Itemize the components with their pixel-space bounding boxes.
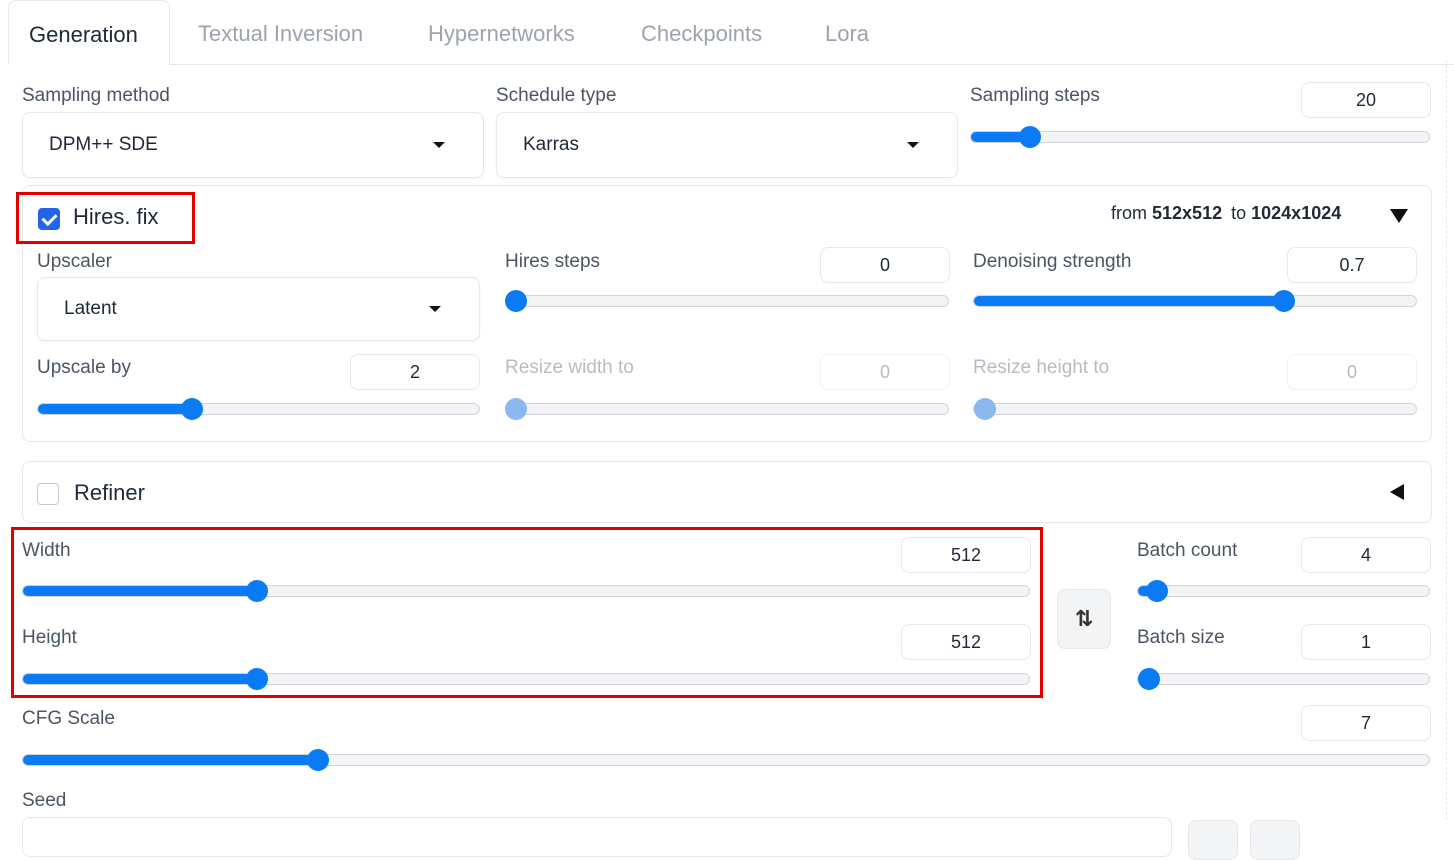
tab-checkpoints[interactable]: Checkpoints [621,0,782,65]
highlight-hires-fix [16,192,195,244]
swap-dimensions-button[interactable]: ⇅ [1057,589,1111,649]
chevron-down-icon [433,142,445,148]
tab-textual-inversion[interactable]: Textual Inversion [178,0,383,65]
sampling-method-value: DPM++ SDE [49,134,158,155]
hires-summary-from-size: 512x512 [1152,203,1223,223]
highlight-dimensions [11,527,1043,698]
resize-height-label: Resize height to [973,357,1110,378]
resize-height-track[interactable] [973,403,1417,415]
upscale-by-slider-thumb[interactable] [181,398,204,420]
hires-steps-label: Hires steps [505,251,601,272]
tab-generation[interactable]: Generation [8,0,170,65]
resize-width-slider-thumb[interactable] [505,398,527,420]
panel-border [1446,60,1447,820]
hires-summary-to: to [1231,203,1247,223]
batch-size-label: Batch size [1137,627,1225,648]
upscaler-label: Upscaler [37,251,112,272]
cfg-scale-track[interactable] [22,754,1430,766]
hires-steps-input[interactable]: 0 [820,247,950,283]
schedule-type-value: Karras [523,134,579,155]
swap-arrows-icon: ⇅ [1074,606,1094,631]
expand-triangle-icon[interactable] [1390,484,1404,500]
resize-width-label: Resize width to [505,357,634,378]
upscale-by-track[interactable] [37,403,480,415]
batch-count-label: Batch count [1137,540,1238,561]
batch-count-slider-thumb[interactable] [1146,580,1169,602]
seed-input[interactable] [22,817,1172,857]
resize-height-slider-thumb[interactable] [974,398,996,420]
hires-steps-slider-thumb[interactable] [505,290,527,312]
batch-count-track[interactable] [1137,585,1430,597]
resize-height-input[interactable]: 0 [1287,354,1417,390]
sampling-steps-input[interactable]: 20 [1301,82,1431,118]
batch-size-input[interactable]: 1 [1301,624,1431,660]
chevron-down-icon [907,142,919,148]
schedule-type-label: Schedule type [496,85,617,106]
hires-summary: from 512x512 to 1024x1024 [1111,203,1341,224]
seed-label: Seed [22,790,67,811]
tabbar-divider [170,64,1454,65]
chevron-down-icon [429,306,441,312]
seed-reuse-button[interactable] [1250,820,1300,860]
batch-size-slider-thumb[interactable] [1138,668,1160,690]
batch-count-input[interactable]: 4 [1301,537,1431,573]
cfg-scale-label: CFG Scale [22,708,115,729]
refiner-panel [22,461,1432,523]
upscale-by-label: Upscale by [37,357,131,378]
upscaler-value: Latent [64,298,117,319]
batch-size-track[interactable] [1137,673,1430,685]
hires-summary-from: from [1111,203,1147,223]
denoising-strength-label: Denoising strength [973,251,1132,272]
hires-steps-track[interactable] [505,295,949,307]
schedule-type-select[interactable]: Karras [496,112,958,178]
sampling-steps-slider-thumb[interactable] [1018,126,1041,148]
collapse-triangle-icon[interactable] [1390,209,1408,223]
sampling-steps-label: Sampling steps [970,85,1100,106]
sampling-method-label: Sampling method [22,85,170,106]
tab-lora[interactable]: Lora [805,0,889,65]
upscaler-select[interactable]: Latent [37,277,480,341]
tab-hypernetworks[interactable]: Hypernetworks [408,0,595,65]
cfg-scale-input[interactable]: 7 [1301,705,1431,741]
resize-width-input[interactable]: 0 [820,354,950,390]
denoising-strength-slider-thumb[interactable] [1272,290,1295,312]
seed-random-button[interactable] [1188,820,1238,860]
upscale-by-input[interactable]: 2 [350,354,480,390]
denoising-strength-track[interactable] [973,295,1417,307]
refiner-checkbox[interactable] [37,483,59,505]
denoising-strength-input[interactable]: 0.7 [1287,247,1417,283]
hires-summary-to-size: 1024x1024 [1251,203,1342,223]
sampling-method-select[interactable]: DPM++ SDE [22,112,484,178]
cfg-scale-slider-thumb[interactable] [306,749,329,771]
refiner-label[interactable]: Refiner [74,480,145,506]
resize-width-track[interactable] [505,403,949,415]
